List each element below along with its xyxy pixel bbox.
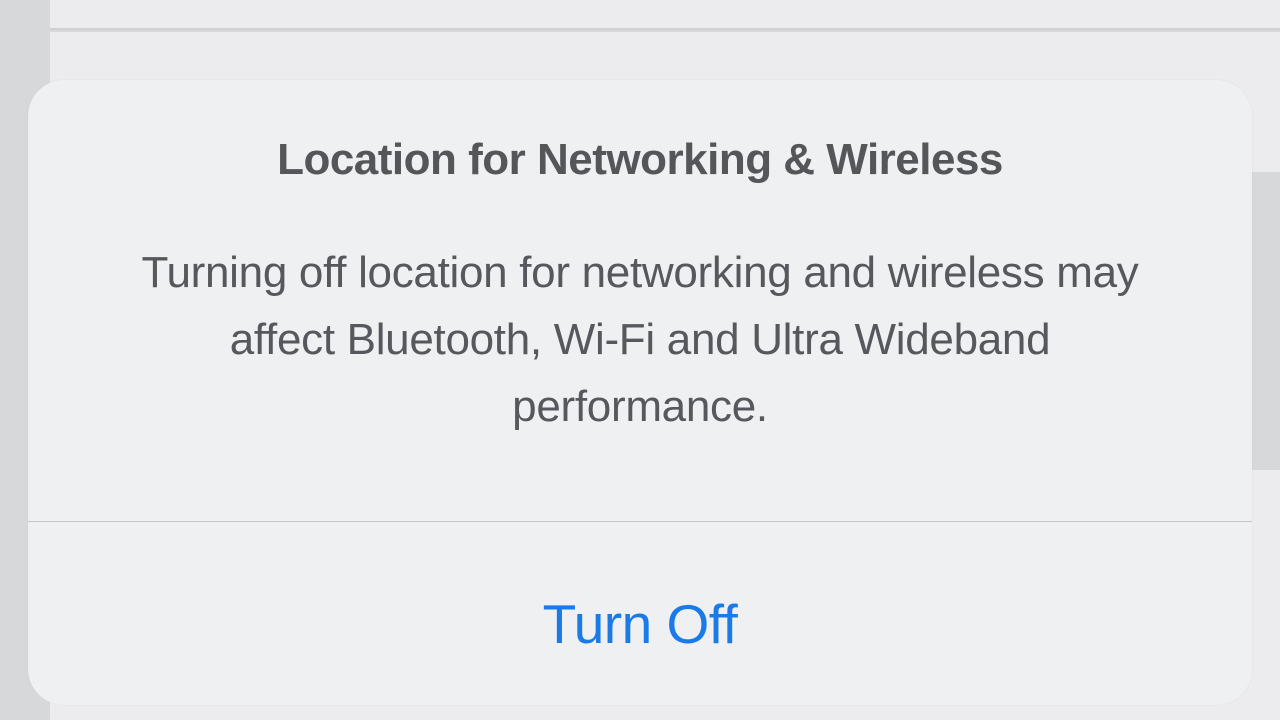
alert-content: Location for Networking & Wireless Turni…: [28, 80, 1252, 521]
alert-sheet: Location for Networking & Wireless Turni…: [28, 80, 1252, 705]
turn-off-button[interactable]: Turn Off: [28, 522, 1252, 705]
alert-title: Location for Networking & Wireless: [98, 135, 1182, 185]
settings-row: [50, 0, 1280, 30]
alert-message: Turning off location for networking and …: [98, 240, 1182, 441]
turn-off-button-label: Turn Off: [543, 592, 738, 656]
